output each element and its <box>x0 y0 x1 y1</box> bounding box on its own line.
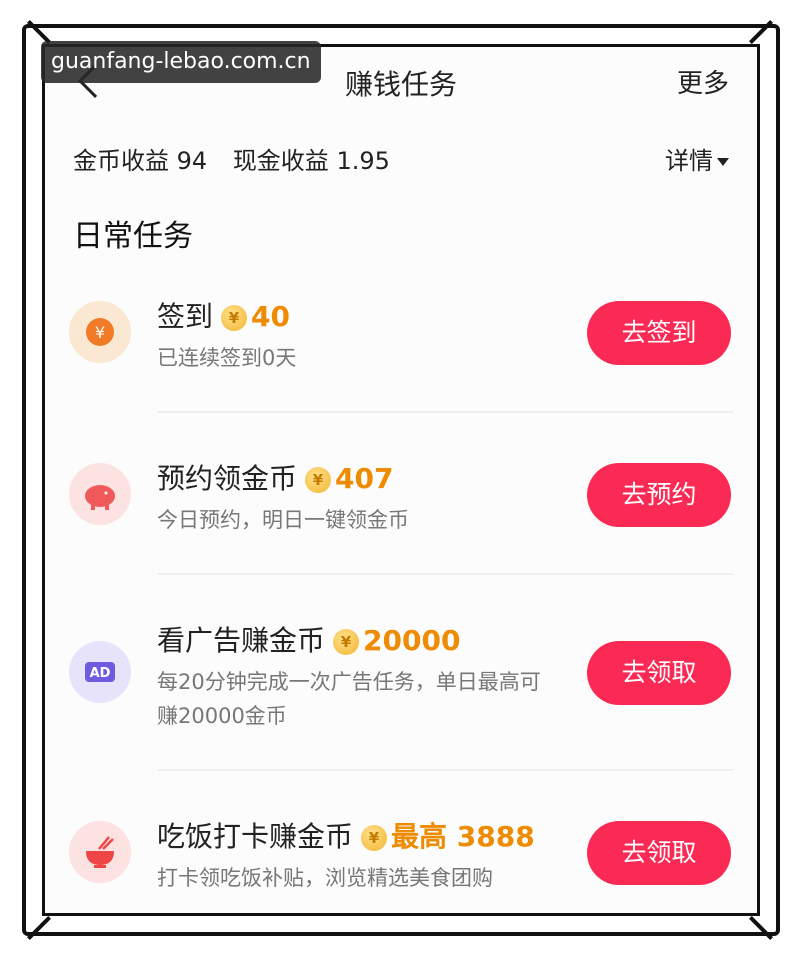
divider <box>157 573 733 575</box>
task-title-row: 签到 ¥40 <box>157 295 290 335</box>
watermark: guanfang-lebao.com.cn <box>41 41 321 83</box>
task-desc: 打卡领吃饭补贴，浏览精选美食团购 <box>157 866 493 890</box>
coin-icon: ¥ <box>333 629 360 655</box>
divider <box>157 411 733 413</box>
task-title: 签到 <box>157 300 214 333</box>
ad-icon-label: AD <box>90 666 111 681</box>
task-desc: 已连续签到0天 <box>157 346 297 370</box>
divider <box>157 769 733 771</box>
yuan-coin-icon: ¥ <box>69 301 131 363</box>
claim-ads-button[interactable]: 去领取 <box>587 641 731 705</box>
earnings-summary: 金币收益 94 现金收益 1.95 <box>73 141 408 176</box>
task-reward: 40 <box>251 300 290 333</box>
task-title-row: 看广告赚金币 ¥20000 <box>157 619 460 659</box>
details-dropdown[interactable]: 详情 <box>665 141 729 176</box>
task-title: 吃饭打卡赚金币 <box>157 820 354 853</box>
task-reward: 最高 3888 <box>391 820 535 853</box>
section-title: 日常任务 <box>73 219 193 254</box>
task-desc: 今日预约，明日一键领金币 <box>157 508 409 532</box>
task-desc: 每20分钟完成一次广告任务，单日最高可赚20000金币 <box>157 670 541 728</box>
screen: 赚钱任务 更多 金币收益 94 现金收益 1.95 详情 日常任务 ¥ 签到 ¥4… <box>42 44 760 916</box>
reserve-button[interactable]: 去预约 <box>587 463 731 527</box>
coin-earnings: 金币收益 94 <box>73 147 208 175</box>
task-title-row: 预约领金币 ¥407 <box>157 457 393 497</box>
cash-earnings: 现金收益 1.95 <box>232 147 390 175</box>
coin-icon: ¥ <box>361 825 388 851</box>
caret-down-icon <box>717 158 729 166</box>
more-button[interactable]: 更多 <box>677 63 729 100</box>
sign-in-button[interactable]: 去签到 <box>587 301 731 365</box>
claim-meal-button[interactable]: 去领取 <box>587 821 731 885</box>
task-title-row: 吃饭打卡赚金币 ¥ 最高 3888 <box>157 815 535 855</box>
task-reward: 20000 <box>363 624 461 657</box>
rice-bowl-icon <box>69 821 131 883</box>
coin-icon: ¥ <box>221 305 248 331</box>
task-title: 看广告赚金币 <box>157 624 326 657</box>
piggy-bank-icon <box>69 463 131 525</box>
svg-text:¥: ¥ <box>95 323 105 342</box>
task-title: 预约领金币 <box>157 462 298 495</box>
ad-icon: AD <box>69 641 131 703</box>
coin-icon: ¥ <box>305 467 332 493</box>
task-reward: 407 <box>335 462 394 495</box>
details-label: 详情 <box>665 147 713 175</box>
